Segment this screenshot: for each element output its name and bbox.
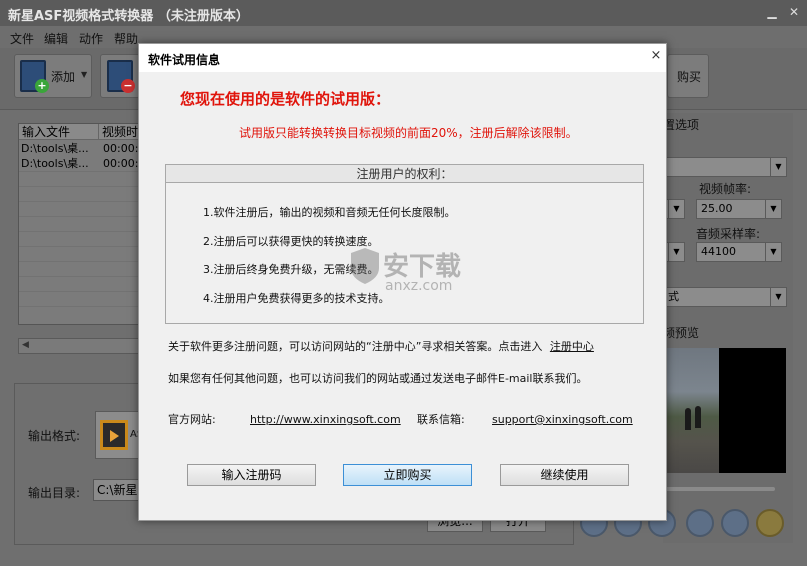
file-list[interactable]: 输入文件 视频时 D:\tools\桌... 00:00: D:\tools\桌… — [18, 123, 142, 325]
plus-icon: + — [35, 79, 49, 93]
clapper-icon — [100, 420, 128, 450]
dropdown-arrow-icon: ▼ — [81, 70, 88, 79]
scroll-left-icon[interactable]: ◀ — [22, 340, 29, 350]
chevron-down-icon: ▼ — [765, 243, 781, 261]
output-format-label: 输出格式: — [28, 429, 81, 443]
person-figure — [685, 408, 691, 430]
row-divider — [19, 186, 141, 187]
close-window-button[interactable]: ✕ — [786, 4, 802, 20]
close-icon[interactable]: × — [648, 48, 664, 64]
column-header-video-time[interactable]: 视频时 — [99, 124, 141, 140]
buy-now-button[interactable]: 立即购买 — [343, 464, 472, 486]
play-triangle-icon — [110, 430, 119, 442]
column-header-input-file[interactable]: 输入文件 — [19, 124, 99, 140]
output-dir-label: 输出目录: — [28, 486, 81, 500]
video-fps-label: 视频帧率: — [699, 182, 752, 196]
horizontal-scrollbar[interactable]: ◀ — [18, 338, 142, 354]
trial-limit-text: 试用版只能转换转换目标视频的前面20%，注册后解除该限制。 — [239, 126, 578, 140]
output-format-button[interactable]: AS — [95, 411, 143, 459]
row-divider — [19, 261, 141, 262]
row-divider — [19, 171, 141, 172]
website-link[interactable]: http://www.xinxingsoft.com — [250, 413, 401, 426]
row-divider — [19, 201, 141, 202]
buy-label: 购买 — [677, 70, 702, 84]
chevron-down-icon: ▼ — [765, 200, 781, 218]
video-fps-value: 25.00 — [701, 202, 733, 215]
table-row-file[interactable]: D:\tools\桌... — [21, 157, 99, 171]
register-help-text: 关于软件更多注册问题，可以访问网站的“注册中心”寻求相关答案。点击进入 注册中心 — [168, 338, 594, 354]
row-divider — [19, 216, 141, 217]
buy-toolbar-button[interactable]: 购买 — [667, 54, 709, 98]
preview-group-title: 频预览 — [663, 326, 700, 340]
mail-label: 联系信箱: — [417, 413, 465, 426]
rights-group-title: 注册用户的权利： — [166, 165, 643, 183]
row-divider — [19, 246, 141, 247]
volume-icon[interactable] — [686, 509, 714, 537]
menu-file[interactable]: 文件 — [10, 30, 34, 47]
chevron-down-icon: ▼ — [668, 200, 684, 218]
trial-info-dialog: 软件试用信息 × 您现在使用的是软件的试用版： 试用版只能转换转换目标视频的前面… — [138, 43, 667, 521]
row-divider — [19, 276, 141, 277]
chevron-down-icon: ▼ — [770, 158, 786, 176]
audio-rate-label: 音频采样率: — [696, 227, 761, 241]
mode-select[interactable]: 式 ▼ — [663, 287, 787, 307]
continue-button[interactable]: 继续使用 — [500, 464, 629, 486]
app-title: 新星ASF视频格式转换器 （未注册版本） — [8, 9, 249, 24]
table-row-time: 00:00: — [103, 142, 139, 155]
folder-icon[interactable] — [756, 509, 784, 537]
table-row-file[interactable]: D:\tools\桌... — [21, 142, 99, 156]
contact-help-text: 如果您有任何其他问题，也可以访问我们的网站或通过发送电子邮件E-mail联系我们… — [168, 372, 588, 385]
menu-help[interactable]: 帮助 — [114, 30, 138, 47]
minus-icon: − — [121, 79, 135, 93]
row-divider — [19, 231, 141, 232]
format-select[interactable]: ▼ — [663, 157, 787, 177]
remove-button[interactable]: − — [100, 54, 140, 98]
site-label: 官方网站: — [168, 413, 216, 426]
snapshot-icon[interactable] — [721, 509, 749, 537]
person-figure — [695, 406, 701, 428]
mode-value: 式 — [668, 290, 679, 303]
audio-rate-value: 44100 — [701, 245, 736, 258]
settings-group-title: 置选项 — [663, 118, 700, 132]
minimize-button[interactable]: ▁ — [764, 4, 780, 20]
enter-code-button[interactable]: 输入注册码 — [187, 464, 316, 486]
menu-edit[interactable]: 编辑 — [44, 30, 68, 47]
video-fps-select[interactable]: 25.00 ▼ — [696, 199, 782, 219]
dialog-title: 软件试用信息 — [148, 53, 221, 67]
email-link[interactable]: support@xinxingsoft.com — [492, 413, 633, 426]
table-row-time: 00:00: — [103, 157, 139, 170]
menu-action[interactable]: 动作 — [79, 30, 103, 47]
register-help-line: 关于软件更多注册问题，可以访问网站的“注册中心”寻求相关答案。点击进入 — [168, 340, 543, 353]
right-item: 1.软件注册后，输出的视频和音频无任何长度限制。 — [203, 206, 456, 219]
register-center-link[interactable]: 注册中心 — [550, 340, 594, 353]
audio-rate-select[interactable]: 44100 ▼ — [696, 242, 782, 262]
row-divider — [19, 306, 141, 307]
add-label: 添加 — [51, 70, 76, 84]
playback-progress[interactable] — [665, 487, 775, 491]
watermark-sub: anxz.com — [385, 278, 453, 294]
site-watermark: 安下载 anxz.com — [351, 244, 461, 301]
chevron-down-icon: ▼ — [770, 288, 786, 306]
add-button[interactable]: + 添加 ▼ — [14, 54, 92, 98]
chevron-down-icon: ▼ — [668, 243, 684, 261]
trial-heading: 您现在使用的是软件的试用版： — [180, 90, 391, 108]
preview-frame-image — [665, 348, 719, 473]
row-divider — [19, 291, 141, 292]
output-dir-input[interactable]: C:\新星 — [93, 479, 141, 501]
